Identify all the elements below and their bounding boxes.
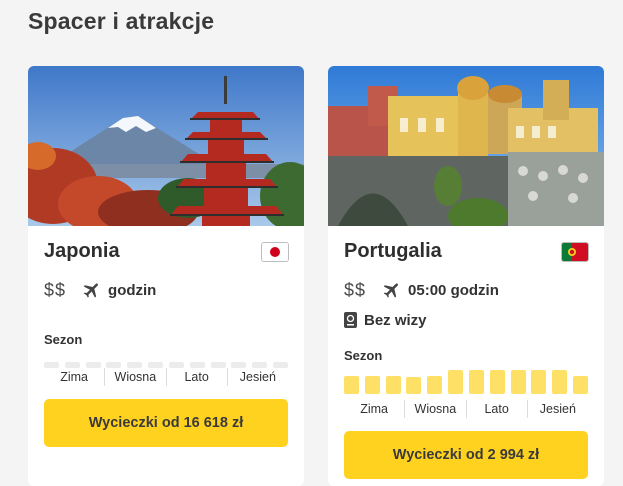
season-bar — [385, 376, 401, 394]
trip-info-row: $$ 05:00 godzin — [344, 278, 499, 302]
season-bar — [448, 370, 464, 394]
flight-duration: 05:00 godzin — [408, 281, 499, 299]
price-level: $$ — [44, 279, 67, 300]
flight-duration: godzin — [108, 281, 157, 299]
month-label: Zima — [344, 400, 406, 418]
season-months: Zima Wiosna Lato Jesień — [344, 400, 588, 418]
month-label: Lato — [467, 400, 528, 418]
tours-price-button[interactable]: Wycieczki od 16 618 zł — [44, 399, 288, 447]
page-title: Spacer i atrakcje — [28, 8, 215, 34]
mount-fuji-pagoda-photo[interactable] — [28, 66, 304, 226]
japan-flag-icon — [262, 243, 288, 261]
season-bar — [468, 370, 484, 394]
trip-info-row: $$ godzin — [44, 278, 156, 302]
destination-card-portugal[interactable]: Portugalia $$ 05:00 godzin Bez wizy Sezo… — [328, 66, 604, 486]
month-label: Lato — [167, 368, 228, 386]
country-name: Portugalia — [344, 240, 442, 262]
season-bars — [344, 370, 588, 394]
pena-palace-photo[interactable] — [328, 66, 604, 226]
month-label: Wiosna — [105, 368, 167, 386]
season-bar — [531, 370, 547, 394]
season-bar — [427, 376, 443, 394]
month-label: Wiosna — [405, 400, 467, 418]
month-label: Jesień — [539, 402, 576, 416]
month-label: Zima — [44, 368, 106, 386]
season-bar — [489, 370, 505, 394]
month-label: Jesień — [239, 370, 276, 384]
portugal-flag-icon — [562, 243, 588, 261]
tours-price-button[interactable]: Wycieczki od 2 994 zł — [344, 431, 588, 479]
season-label: Sezon — [344, 348, 383, 363]
price-level: $$ — [344, 279, 367, 300]
season-bar — [344, 376, 359, 394]
season-bar — [406, 377, 422, 394]
plane-icon — [82, 280, 102, 300]
season-bars — [44, 344, 288, 368]
season-bar — [572, 376, 588, 394]
destination-card-japan[interactable]: Japonia $$ godzin Sezon Zima Wiosna Lato… — [28, 66, 304, 486]
visa-status: Bez wizy — [364, 311, 427, 329]
season-bar — [364, 376, 380, 394]
passport-icon — [344, 312, 357, 328]
country-name: Japonia — [44, 240, 120, 262]
season-months: Zima Wiosna Lato Jesień — [44, 368, 288, 386]
season-bar — [552, 370, 568, 394]
plane-icon — [382, 280, 402, 300]
visa-row: Bez wizy — [344, 309, 427, 331]
season-bar — [510, 370, 526, 394]
